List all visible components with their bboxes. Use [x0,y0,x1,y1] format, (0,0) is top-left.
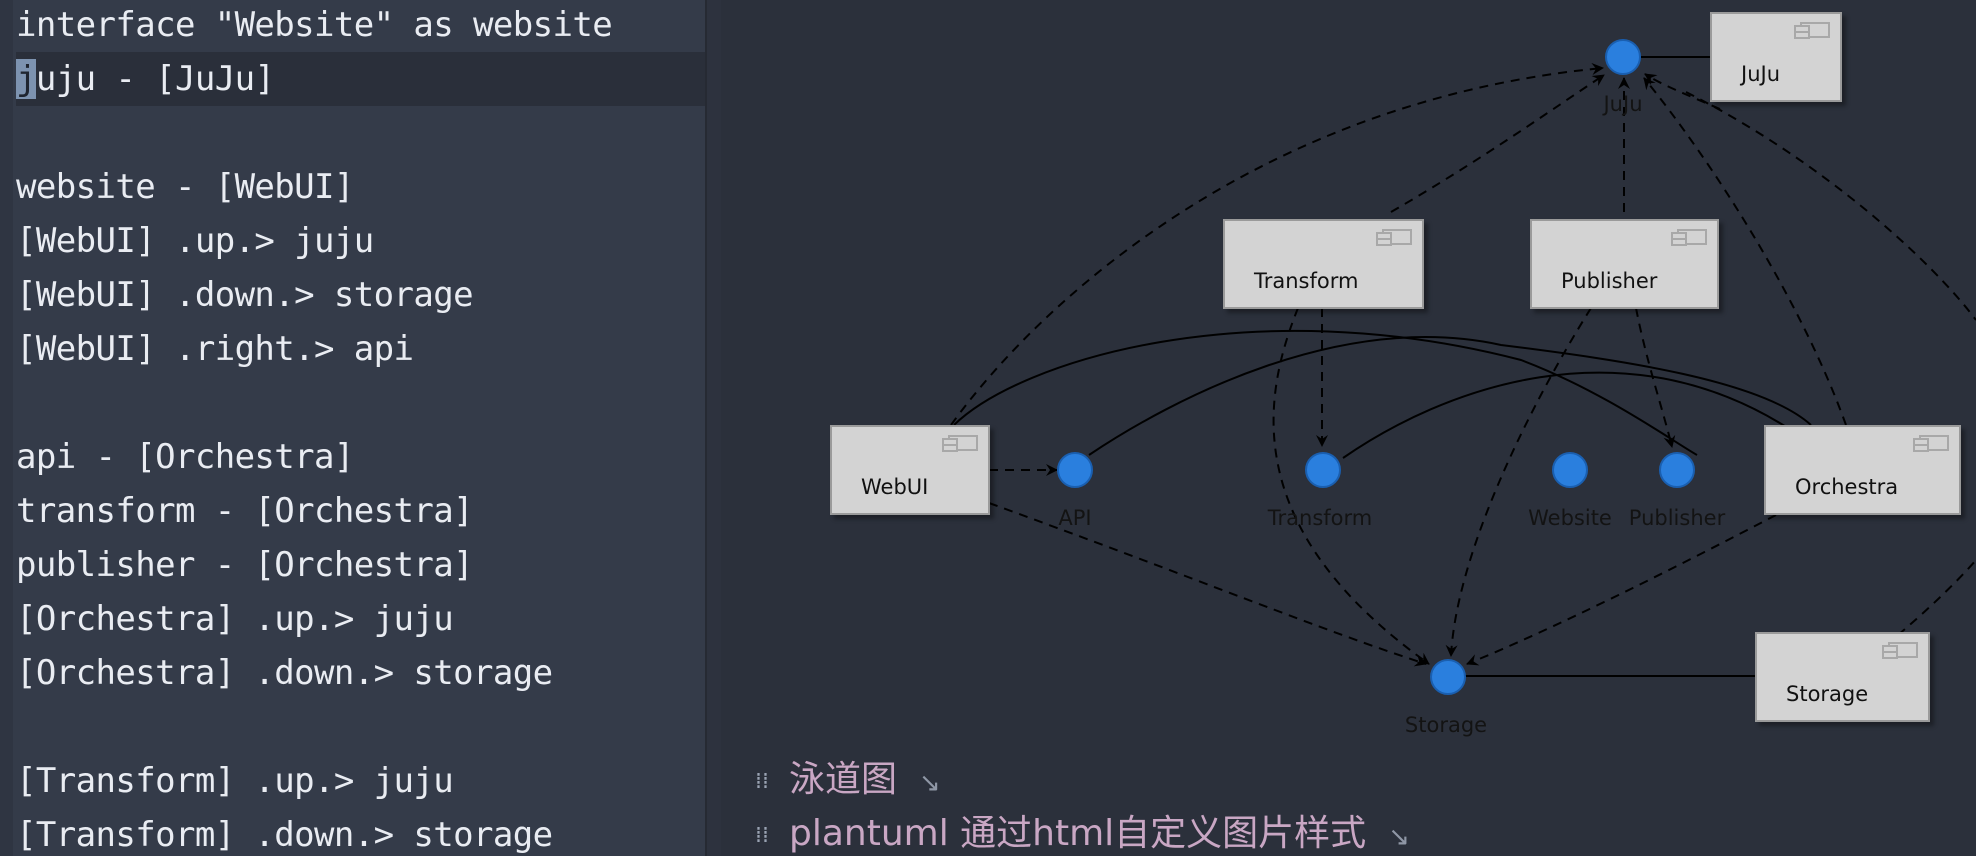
edge-transform-down-storage [1272,307,1430,665]
component-icon [1913,435,1949,452]
code-line[interactable]: website - [WebUI] [16,160,354,214]
interface-label-transform: Transform [1267,506,1373,530]
component-diagram [950,39,1976,695]
component-transform: Transform [1223,219,1424,309]
code-line[interactable]: publisher - [Orchestra] [16,538,474,592]
code-line[interactable]: [Transform] .down.> storage [16,808,553,856]
drag-handle-icon[interactable]: ⁞⁞ [755,823,769,848]
pane-divider[interactable] [705,0,721,856]
code-line[interactable]: [WebUI] .up.> juju [16,214,374,268]
component-icon [1376,229,1412,246]
component-storage: Storage [1755,632,1930,722]
interface-juju [1605,39,1641,75]
component-orchestra: Orchestra [1764,425,1961,515]
edge-storage-up-juju [1897,559,1976,636]
code-line[interactable]: api - [Orchestra] [16,430,354,484]
code-editor[interactable]: interface "Website" as website juju - [Ju… [0,0,705,856]
interface-storage [1430,659,1466,695]
edge-api-to-orchestra [1088,336,1812,456]
code-line[interactable]: interface "Website" as website [16,0,613,52]
component-icon [1882,642,1918,659]
interface-label-website: Website [1528,506,1612,530]
interface-label-storage: Storage [1404,713,1488,737]
edge-juju-orchestra-dashed [1644,73,1721,110]
code-line[interactable]: [Orchestra] .down.> storage [16,646,553,700]
interface-website [1552,452,1588,488]
collapse-arrow-icon[interactable]: ↘ [919,768,941,798]
code-line[interactable]: [Transform] .up.> juju [16,754,454,808]
interface-label-publisher: Publisher [1628,506,1726,530]
component-juju: JuJu [1710,12,1842,102]
edge-orchestra-down-storage [1466,514,1777,666]
heading-text: 泳道图 [789,759,898,800]
interface-api [1057,452,1093,488]
preview-pane: JuJu Transform Publisher WebUI Orchestra… [721,0,1976,856]
editor-gutter [0,0,13,856]
edge-transform-to-orchestra [1342,371,1792,459]
heading-plantuml-html[interactable]: ⁞⁞ plantuml 通过html自定义图片样式 ↘ [755,804,1410,856]
interface-label-api: API [1058,506,1092,530]
heading-swimlane[interactable]: ⁞⁞ 泳道图 ↘ [755,750,941,802]
component-publisher: Publisher [1530,219,1719,309]
component-icon [1794,22,1830,39]
component-icon [1671,229,1707,246]
heading-text: plantuml 通过html自定义图片样式 [789,813,1367,854]
code-line[interactable]: juju - [JuJu] [16,52,705,106]
component-icon [942,435,978,452]
interface-publisher [1659,452,1695,488]
interface-transform [1305,452,1341,488]
code-line-text: uju - [JuJu] [35,59,275,99]
code-line[interactable]: [Orchestra] .up.> juju [16,592,454,646]
edge-juju-right-dashed [1685,91,1976,321]
collapse-arrow-icon[interactable]: ↘ [1388,822,1410,852]
drag-handle-icon[interactable]: ⁞⁞ [755,769,769,794]
code-line[interactable]: [WebUI] .down.> storage [16,268,474,322]
edge-transform-up-juju [1390,74,1605,213]
code-line[interactable]: [WebUI] .right.> api [16,322,414,376]
component-webui: WebUI [830,425,990,515]
text-cursor: j [16,59,36,99]
code-line[interactable]: transform - [Orchestra] [16,484,474,538]
interface-label-juju: JuJu [1603,92,1643,116]
